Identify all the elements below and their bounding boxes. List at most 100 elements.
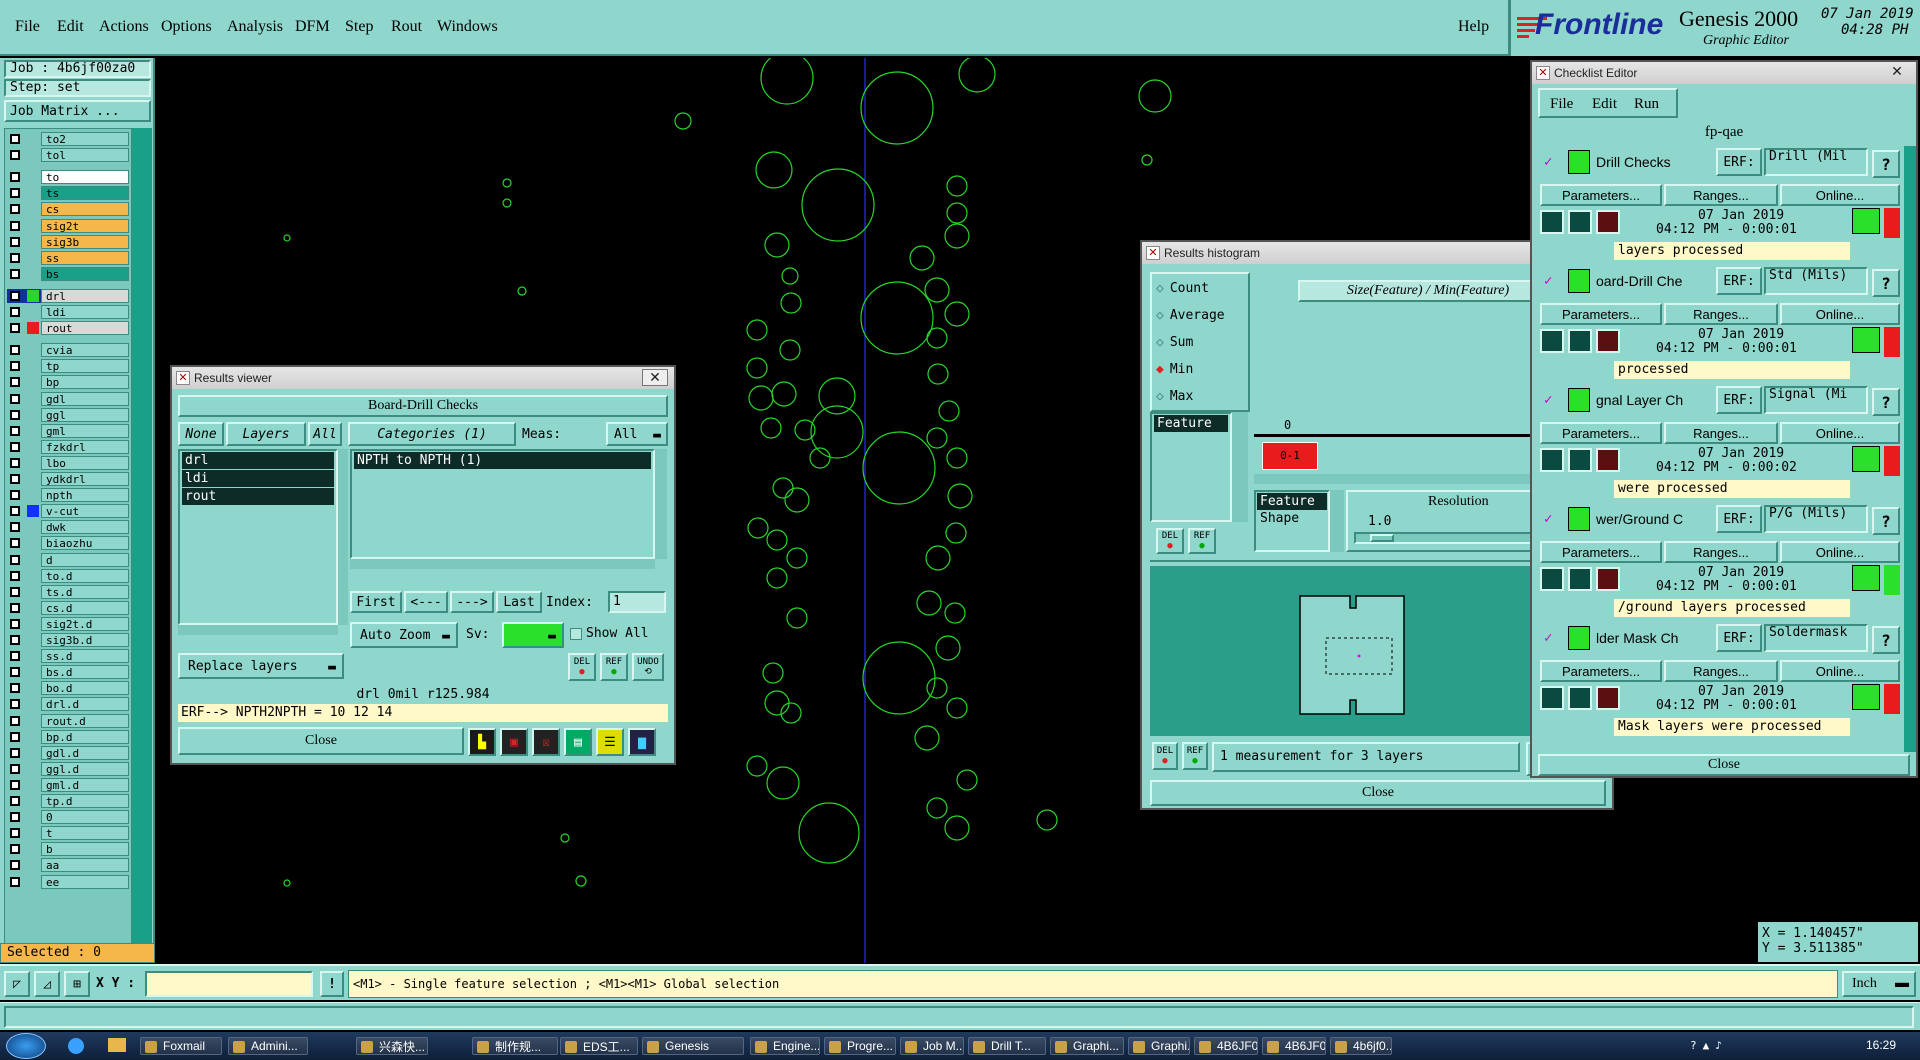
layer-row[interactable]: tp.d (7, 794, 129, 808)
chart-icon[interactable]: ▙ (468, 728, 496, 756)
category-item[interactable]: NPTH to NPTH (1) (354, 452, 651, 469)
check-name[interactable]: gnal Layer Ch (1596, 392, 1683, 408)
layer-checkbox[interactable] (10, 731, 20, 742)
run-icon[interactable] (1540, 448, 1564, 472)
layer-row[interactable]: ggl (7, 407, 129, 422)
run-all-icon[interactable] (1568, 448, 1592, 472)
layer-checkbox[interactable] (10, 506, 20, 517)
left-list-scroll[interactable] (1232, 412, 1248, 522)
run-all-icon[interactable] (1568, 210, 1592, 234)
layer-row[interactable]: fzkdrl (7, 439, 129, 454)
hist-ref-button[interactable]: REF ● (1182, 742, 1208, 770)
xy-input[interactable] (145, 971, 313, 997)
stop-icon[interactable] (1596, 329, 1620, 353)
layer-row[interactable]: rout.d (7, 713, 129, 728)
hist-ref-button-top[interactable]: REF ● (1188, 528, 1216, 554)
layer-checkbox[interactable] (10, 252, 20, 263)
ie-icon[interactable] (68, 1038, 84, 1054)
zoom-icon[interactable] (1852, 446, 1880, 472)
erf-value[interactable]: Std (Mils) (1764, 267, 1868, 295)
taskbar-item[interactable]: Engine... (750, 1037, 820, 1055)
layer-row[interactable]: gdl.d (7, 745, 129, 760)
help-icon[interactable]: ? (1872, 269, 1900, 297)
layer-row[interactable]: bs (7, 266, 129, 281)
layer-checkbox[interactable] (10, 522, 20, 533)
run-all-icon[interactable] (1568, 329, 1592, 353)
histogram-left-list[interactable]: Feature (1150, 412, 1232, 522)
taskbar-item[interactable]: Job M... (900, 1037, 964, 1055)
layer-row[interactable]: cs (7, 202, 129, 217)
taskbar-item[interactable]: Drill T... (968, 1037, 1046, 1055)
radio-icon[interactable]: ◇ (1156, 389, 1164, 404)
checklist-menu-edit[interactable]: Edit (1592, 96, 1617, 113)
index-input[interactable]: 1 (608, 591, 666, 613)
measure-tool-icon[interactable]: ◿ (34, 971, 60, 997)
taskbar-item[interactable]: 4B6JF0... (1262, 1037, 1326, 1055)
layer-row[interactable]: bo.d (7, 681, 129, 696)
layer-checkbox[interactable] (10, 538, 20, 549)
stop-icon[interactable] (1596, 567, 1620, 591)
layer-row[interactable]: to.d (7, 568, 129, 583)
erf-value[interactable]: Soldermask (1764, 624, 1868, 652)
ranges-button[interactable]: Ranges... (1664, 184, 1778, 206)
layer-row[interactable]: sig3b (7, 234, 129, 249)
zoom-icon[interactable] (1852, 565, 1880, 591)
layer-checkbox[interactable] (10, 134, 20, 144)
menu-step[interactable]: Step (345, 18, 373, 36)
check-name[interactable]: lder Mask Ch (1596, 630, 1678, 646)
category-list[interactable]: NPTH to NPTH (1) (350, 449, 655, 559)
undo-button[interactable]: UNDO ⟲ (632, 653, 664, 681)
layer-checkbox[interactable] (10, 323, 20, 334)
all-button[interactable]: All (308, 422, 342, 446)
result-layer-item[interactable]: drl (182, 452, 334, 469)
layer-row[interactable]: lbo (7, 455, 129, 470)
check-action-icon[interactable] (1568, 626, 1590, 650)
histogram-close-button[interactable]: Close (1150, 780, 1606, 806)
layer-row[interactable]: ts.d (7, 584, 129, 599)
layer-checkbox[interactable] (10, 188, 20, 199)
check-action-icon[interactable] (1568, 388, 1590, 412)
layer-row[interactable]: sig2t.d (7, 616, 129, 631)
parameters-button[interactable]: Parameters... (1540, 660, 1662, 682)
zoom-dropdown[interactable]: Auto Zoom ▬ (350, 622, 458, 648)
folder-icon[interactable] (108, 1038, 126, 1052)
ranges-button[interactable]: Ranges... (1664, 541, 1778, 563)
layer-checkbox[interactable] (10, 220, 20, 231)
left-list-item[interactable]: Feature (1154, 415, 1228, 432)
layer-row[interactable]: cs.d (7, 600, 129, 615)
radio-icon[interactable]: ◇ (1156, 335, 1164, 350)
layer-row[interactable]: ss.d (7, 649, 129, 664)
layer-row[interactable]: ee (7, 874, 129, 889)
enabled-check-icon[interactable]: ✓ (1544, 511, 1558, 527)
ref-button[interactable]: REF ● (600, 653, 628, 681)
help-icon[interactable]: ? (1872, 150, 1900, 178)
run-icon[interactable] (1540, 567, 1564, 591)
layer-checkbox[interactable] (10, 618, 20, 629)
layer-row[interactable]: gdl (7, 391, 129, 406)
layer-checkbox[interactable] (10, 570, 20, 581)
taskbar-item[interactable]: Foxmail (140, 1037, 222, 1055)
category-list-hscroll[interactable] (350, 559, 655, 569)
layer-checkbox[interactable] (10, 441, 20, 452)
layer-results-list[interactable]: drl ldi rout (178, 449, 338, 625)
job-matrix-button[interactable]: Job Matrix ... (4, 100, 151, 122)
network-tray-icon[interactable]: ▲ (1703, 1039, 1710, 1053)
online-button[interactable]: Online... (1780, 184, 1900, 206)
first-button[interactable]: First (350, 591, 402, 613)
layer-row[interactable]: gml (7, 423, 129, 438)
checklist-titlebar[interactable]: ✕ Checklist Editor ✕ (1532, 62, 1916, 84)
layer-row[interactable]: bp.d (7, 729, 129, 744)
layer-checkbox[interactable] (10, 828, 20, 839)
layer-row[interactable]: v-cut (7, 504, 129, 519)
layer-checkbox[interactable] (10, 490, 20, 501)
layer-row[interactable]: tp (7, 359, 129, 374)
taskbar-item[interactable]: 4B6JF0... (1194, 1037, 1258, 1055)
zoom-icon[interactable] (1852, 684, 1880, 710)
help-tray-icon[interactable]: ? (1690, 1039, 1697, 1053)
taskbar-item[interactable]: Genesis (642, 1037, 744, 1055)
menu-analysis[interactable]: Analysis (227, 18, 283, 36)
layer-checkbox[interactable] (10, 290, 20, 301)
notes-icon[interactable]: ☰ (596, 728, 624, 756)
close-icon[interactable]: ✕ (642, 369, 668, 386)
layer-row[interactable]: bp (7, 375, 129, 390)
